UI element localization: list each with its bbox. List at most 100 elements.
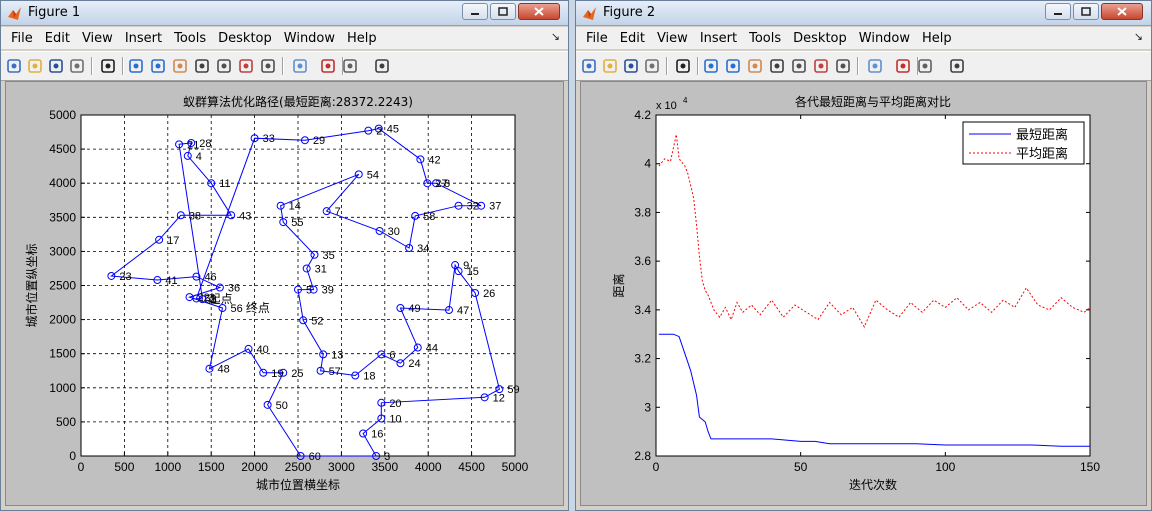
- y-axis-label: 城市位置纵坐标: [24, 243, 39, 327]
- x-axis-label: 迭代次数: [849, 477, 897, 492]
- x-tick-label: 100: [935, 460, 955, 474]
- window-title: Figure 1: [28, 5, 81, 20]
- city-label: 16: [371, 428, 383, 440]
- city-label: 44: [426, 343, 438, 355]
- menu-help[interactable]: Help: [916, 31, 958, 46]
- city-label: 24: [408, 358, 420, 370]
- menu-tools[interactable]: Tools: [743, 31, 787, 46]
- colorbar-icon[interactable]: [866, 57, 884, 75]
- print-icon[interactable]: [68, 57, 86, 75]
- new-icon[interactable]: [580, 57, 598, 75]
- open-icon[interactable]: [601, 57, 619, 75]
- x-tick-label: 0: [78, 460, 85, 474]
- menu-file[interactable]: File: [5, 31, 39, 46]
- minimize-button[interactable]: [1045, 3, 1071, 20]
- legend-icon[interactable]: [319, 57, 337, 75]
- y-tick-label: 3500: [49, 210, 76, 224]
- menu-desktop[interactable]: Desktop: [787, 31, 853, 46]
- city-label: 12: [493, 392, 505, 404]
- brush-icon[interactable]: [812, 57, 830, 75]
- legend-icon[interactable]: [894, 57, 912, 75]
- menu-window[interactable]: Window: [853, 31, 916, 46]
- y-tick-label: 3.6: [634, 254, 651, 268]
- city-label: 33: [263, 133, 275, 145]
- new-icon[interactable]: [5, 57, 23, 75]
- link-icon[interactable]: [834, 57, 852, 75]
- minimize-icon: [1054, 12, 1062, 15]
- open-icon[interactable]: [26, 57, 44, 75]
- minimize-icon: [471, 12, 479, 15]
- city-label: 43: [239, 210, 251, 222]
- city-label: 52: [311, 315, 323, 327]
- link-icon[interactable]: [259, 57, 277, 75]
- city-label: 39: [322, 285, 334, 297]
- minimize-button[interactable]: [462, 3, 488, 20]
- menu-edit[interactable]: Edit: [39, 31, 76, 46]
- legend-label: 平均距离: [1016, 146, 1068, 162]
- menubar-arrow-icon[interactable]: ↘: [1134, 30, 1143, 43]
- zoom-out-icon[interactable]: [724, 57, 742, 75]
- dock-icon[interactable]: [948, 57, 966, 75]
- rotate-icon[interactable]: [768, 57, 786, 75]
- city-label: 5: [306, 285, 312, 297]
- menu-edit[interactable]: Edit: [614, 31, 651, 46]
- city-label: 27: [435, 178, 447, 190]
- maximize-button[interactable]: [1073, 3, 1099, 20]
- toolbar-separator: [91, 57, 93, 75]
- menu-view[interactable]: View: [76, 31, 119, 46]
- close-button[interactable]: [1101, 3, 1143, 20]
- zoom-in-icon[interactable]: [702, 57, 720, 75]
- rotate-icon[interactable]: [193, 57, 211, 75]
- city-label: 46: [204, 272, 216, 284]
- pan-icon[interactable]: [171, 57, 189, 75]
- dock-icon[interactable]: [373, 57, 391, 75]
- city-label: 14: [289, 201, 301, 213]
- city-label: 10: [389, 413, 401, 425]
- city-label: 48: [217, 364, 229, 376]
- chart-title: 各代最短距离与平均距离对比: [795, 94, 951, 109]
- y-tick-label: 3: [644, 400, 651, 414]
- city-label: 38: [189, 210, 201, 222]
- zoom-in-icon[interactable]: [127, 57, 145, 75]
- save-icon[interactable]: [622, 57, 640, 75]
- menubar-arrow-icon[interactable]: ↘: [551, 30, 560, 43]
- y-tick-label: 2.8: [634, 449, 651, 463]
- city-label: 20: [389, 398, 401, 410]
- city-label: 18: [363, 371, 375, 383]
- hide-tools-icon[interactable]: [916, 57, 934, 75]
- save-icon[interactable]: [47, 57, 65, 75]
- brush-icon[interactable]: [237, 57, 255, 75]
- menu-insert[interactable]: Insert: [119, 31, 168, 46]
- data-cursor-icon[interactable]: [790, 57, 808, 75]
- menu-tools[interactable]: Tools: [168, 31, 212, 46]
- menu-desktop[interactable]: Desktop: [212, 31, 278, 46]
- close-button[interactable]: [518, 3, 560, 20]
- x-tick-label: 3000: [328, 460, 355, 474]
- city-label: 49: [408, 303, 420, 315]
- y-tick-label: 1500: [49, 347, 76, 361]
- menu-insert[interactable]: Insert: [694, 31, 743, 46]
- zoom-out-icon[interactable]: [149, 57, 167, 75]
- city-label: 30: [388, 226, 400, 238]
- figure2-titlebar[interactable]: Figure 2: [576, 1, 1151, 26]
- print-icon[interactable]: [643, 57, 661, 75]
- menu-file[interactable]: File: [580, 31, 614, 46]
- x-tick-label: 5000: [502, 460, 529, 474]
- toolbar-separator: [697, 57, 699, 75]
- toolbar-separator: [282, 57, 284, 75]
- legend-label: 最短距离: [1016, 127, 1068, 143]
- figure1-titlebar[interactable]: Figure 1: [1, 1, 568, 26]
- maximize-button[interactable]: [490, 3, 516, 20]
- close-icon: [1117, 7, 1127, 16]
- city-label: 47: [457, 305, 469, 317]
- pointer-icon[interactable]: [99, 57, 117, 75]
- y-tick-label: 4.2: [634, 108, 651, 122]
- menu-view[interactable]: View: [651, 31, 694, 46]
- colorbar-icon[interactable]: [291, 57, 309, 75]
- pointer-icon[interactable]: [674, 57, 692, 75]
- menu-help[interactable]: Help: [341, 31, 383, 46]
- hide-tools-icon[interactable]: [341, 57, 359, 75]
- pan-icon[interactable]: [746, 57, 764, 75]
- data-cursor-icon[interactable]: [215, 57, 233, 75]
- menu-window[interactable]: Window: [278, 31, 341, 46]
